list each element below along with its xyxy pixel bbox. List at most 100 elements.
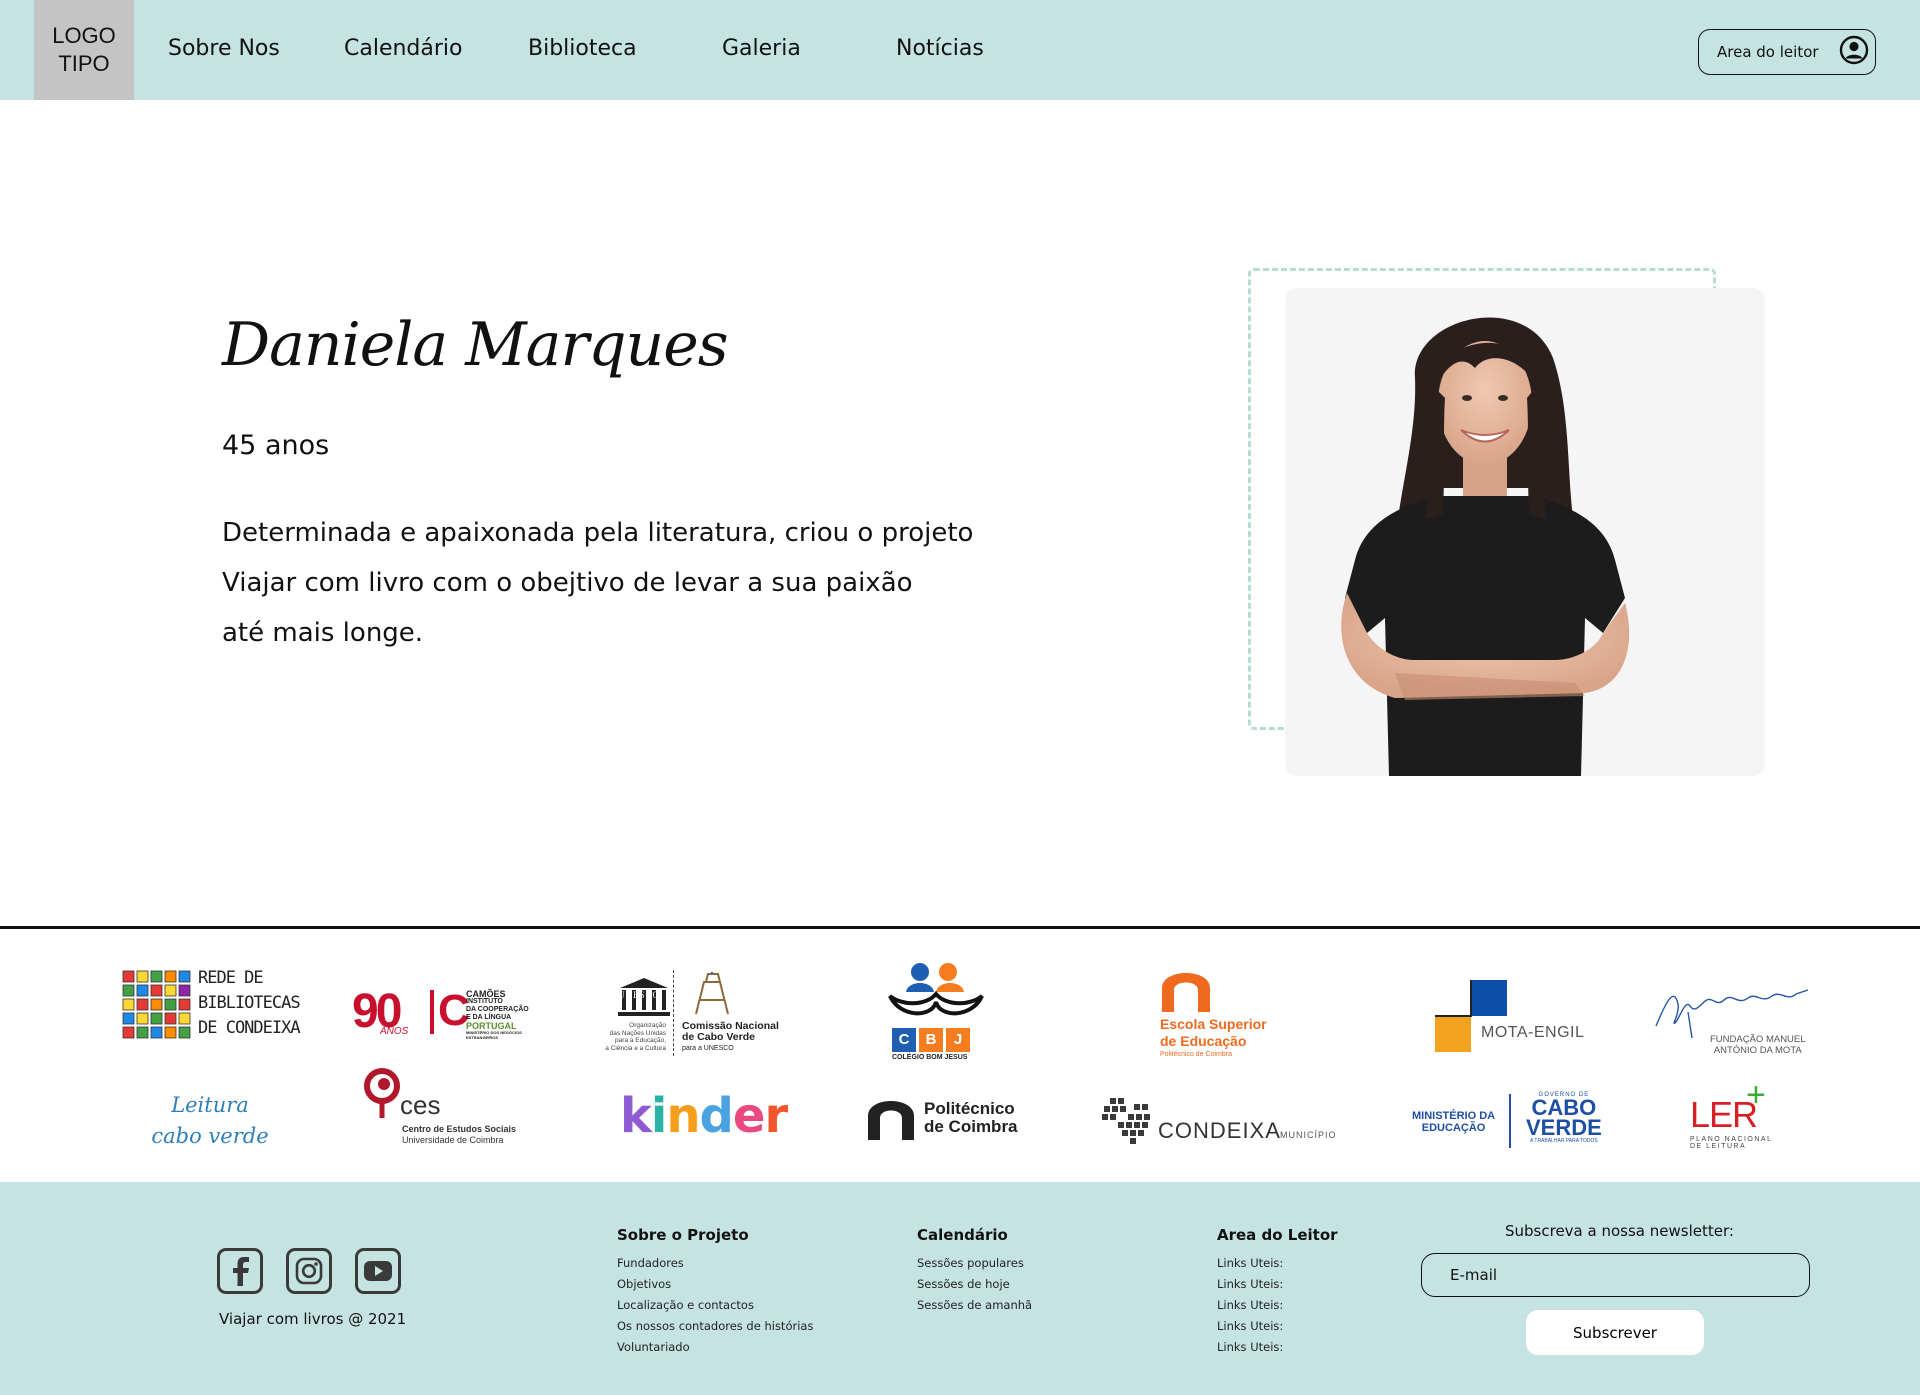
kinder-letter: e (732, 1088, 766, 1144)
camoes-ministry: MINISTÉRIO DOS NEGÓCIOS ESTRANGEIROS (466, 1030, 522, 1040)
ler-line-2: DE LEITURA (1690, 1143, 1747, 1150)
ces-line-1: Centro de Estudos Sociais (402, 1124, 517, 1134)
logo-condeixa-municipio: CONDEIXA MUNICÍPIO (1100, 1096, 1350, 1148)
top-navbar: LOGO TIPO Sobre Nos Calendário Bibliotec… (0, 0, 1920, 100)
nav-sobre-nos[interactable]: Sobre Nos (168, 36, 280, 61)
camoes-brand: CAMÕES (466, 989, 506, 999)
condeixa-sub: MUNICÍPIO (1280, 1130, 1337, 1140)
youtube-icon[interactable] (355, 1248, 401, 1294)
kinder-letter: d (699, 1088, 734, 1144)
camoes-c-icon: C (438, 986, 470, 1035)
unesco-cn-3: para a UNESCO (682, 1045, 734, 1052)
profile-name: Daniela Marques (222, 310, 728, 380)
logo-unesco: UNESCO Organização das Nações Unidas par… (600, 968, 790, 1058)
rede-line-2: Bibliotecas (198, 993, 301, 1013)
leitura-line-1: Leitura (171, 1093, 249, 1117)
section-divider (0, 926, 1920, 929)
logo[interactable]: LOGO TIPO (34, 0, 134, 100)
logo-politecnico-coimbra: Politécnico de Coimbra (866, 1094, 1036, 1144)
nav-calendario[interactable]: Calendário (344, 36, 463, 61)
escola-line-3: Politécnico de Coimbra (1160, 1051, 1232, 1058)
signature-icon (1655, 989, 1809, 1039)
cbj-name: COLÉGIO BOM JESUS (892, 1054, 968, 1061)
newsletter-title: Subscreva a nossa newsletter: (1505, 1222, 1734, 1240)
kinder-letter: k (620, 1088, 652, 1144)
unesco-divider (673, 970, 674, 1056)
footer-column-area-leitor: Area do Leitor Links Uteis: Links Uteis:… (1217, 1226, 1338, 1358)
footer-link-uteis[interactable]: Links Uteis: (1217, 1295, 1338, 1316)
kinder-letter: r (764, 1088, 788, 1144)
footer-link-objetivos[interactable]: Objetivos (617, 1274, 813, 1295)
logo-line-2: TIPO (58, 51, 110, 76)
escola-line-2: de Educação (1160, 1033, 1247, 1049)
footer-link-uteis[interactable]: Links Uteis: (1217, 1337, 1338, 1358)
plus-icon: + (1746, 1076, 1766, 1114)
cbj-letter-b: B (919, 1028, 943, 1052)
footer-column-sobre-projeto: Sobre o Projeto Fundadores Objetivos Loc… (617, 1226, 813, 1358)
footer-link-contadores[interactable]: Os nossos contadores de histórias (617, 1316, 813, 1337)
profile-bio: Determinada e apaixonada pela literatura… (222, 508, 1042, 658)
logo-mota-engil: MOTA-ENGIL (1435, 980, 1595, 1052)
nav-galeria[interactable]: Galeria (722, 36, 801, 61)
logo-line-1: LOGO (52, 23, 116, 48)
footer-link-sessoes-hoje[interactable]: Sessões de hoje (917, 1274, 1032, 1295)
ces-abbr: ces (400, 1090, 441, 1120)
rede-line-3: de Condeixa (198, 1018, 301, 1038)
bio-line: até mais longe. (222, 618, 424, 648)
cbj-letter-c: C (892, 1028, 916, 1052)
mosaic-icon (122, 970, 191, 1039)
camoes-sub-1: INSTITUTO (466, 998, 503, 1005)
footer: Viajar com livros @ 2021 Sobre o Projeto… (0, 1182, 1920, 1395)
footer-column-title: Calendário (917, 1226, 1008, 1244)
logo-ces: ces Centro de Estudos Sociais Universida… (364, 1068, 517, 1148)
reader-area-label: Area do leitor (1717, 43, 1819, 61)
camoes-anos: ANOS (380, 1026, 409, 1037)
logo-rede-bibliotecas-condeixa: Rede de Bibliotecas de Condeixa (122, 968, 301, 1046)
footer-column-title: Sobre o Projeto (617, 1226, 749, 1244)
rede-line-1: Rede de (198, 968, 264, 988)
logo-escola-superior-educacao: Escola Superior de Educação Politécnico … (1160, 964, 1290, 1064)
instagram-icon[interactable] (286, 1248, 332, 1294)
unesco-cn-2: de Cabo Verde (682, 1031, 755, 1043)
unesco-org-1: Organização (629, 1022, 666, 1029)
verde-word: VERDE (1526, 1115, 1602, 1140)
logo-kinder: kinder (620, 1088, 788, 1144)
cbj-letter-j: J (946, 1028, 970, 1052)
logo-ler-plano-nacional: LER + PLANO NACIONAL DE LEITURA (1690, 1076, 1790, 1154)
logo-camoes: 90 ANOS C CAMÕES INSTITUTO DA COOPERAÇÃO… (352, 985, 532, 1040)
footer-link-voluntariado[interactable]: Voluntariado (617, 1337, 813, 1358)
footer-link-localizacao[interactable]: Localização e contactos (617, 1295, 813, 1316)
camoes-country: PORTUGAL (466, 1021, 517, 1031)
footer-link-sessoes-amanha[interactable]: Sessões de amanhã (917, 1295, 1032, 1316)
reader-area-button[interactable]: Area do leitor (1698, 29, 1876, 75)
profile-photo (1285, 288, 1765, 776)
footer-link-sessoes-populares[interactable]: Sessões populares (917, 1253, 1032, 1274)
fundacao-line-2: ANTÓNIO DA MOTA (1713, 1045, 1802, 1056)
camoes-mark (430, 990, 434, 1034)
footer-link-uteis[interactable]: Links Uteis: (1217, 1274, 1338, 1295)
pixel-mosaic-icon (1102, 1098, 1150, 1144)
logo-leitura-cabo-verde: Leitura cabo verde (150, 1090, 270, 1156)
subscribe-button[interactable]: Subscrever (1526, 1310, 1704, 1355)
footer-column-title: Area do Leitor (1217, 1226, 1338, 1244)
newsletter-email-input[interactable] (1421, 1253, 1810, 1297)
logo-fundacao-manuel-antonio-mota: FUNDAÇÃO MANUEL ANTÓNIO DA MOTA (1652, 982, 1812, 1068)
nav-biblioteca[interactable]: Biblioteca (528, 36, 637, 61)
arch-icon (868, 1101, 914, 1140)
nav-noticias[interactable]: Notícias (896, 36, 984, 61)
kinder-letter: n (666, 1088, 700, 1144)
footer-link-uteis[interactable]: Links Uteis: (1217, 1316, 1338, 1337)
unesco-word: UNESCO (618, 990, 661, 1000)
ler-line-1: PLANO NACIONAL (1690, 1136, 1773, 1143)
facebook-icon[interactable] (217, 1248, 263, 1294)
footer-column-calendario: Calendário Sessões populares Sessões de … (917, 1226, 1032, 1316)
escola-line-1: Escola Superior (1160, 1016, 1267, 1032)
bio-line: Determinada e apaixonada pela literatura… (222, 518, 974, 548)
footer-link-uteis[interactable]: Links Uteis: (1217, 1253, 1338, 1274)
unesco-org-4: a Ciência e a Cultura (605, 1044, 666, 1052)
footer-link-fundadores[interactable]: Fundadores (617, 1253, 813, 1274)
politecnico-line-1: Politécnico (924, 1099, 1015, 1118)
bio-line: Viajar com livro com o obejtivo de levar… (222, 568, 913, 598)
leitura-line-2: cabo verde (151, 1124, 269, 1148)
unesco-org-3: para a Educação, (615, 1037, 666, 1044)
